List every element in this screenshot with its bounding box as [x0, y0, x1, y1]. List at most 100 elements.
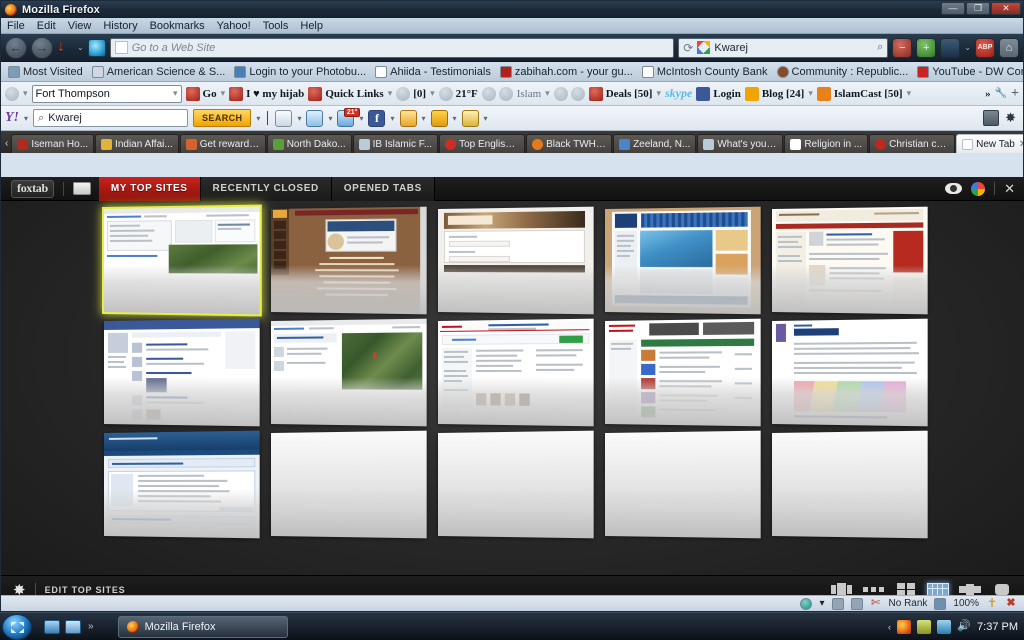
media-controls[interactable] [481, 86, 513, 101]
yahoo-logo-icon[interactable]: Y! [5, 110, 19, 126]
nav-prev-button[interactable] [553, 86, 585, 101]
notepad-icon[interactable] [399, 109, 417, 127]
thumb-facebook-feed[interactable] [103, 318, 260, 427]
google-toolbar-logo-icon[interactable] [5, 86, 19, 101]
site-identity-icon[interactable] [87, 38, 106, 57]
thumb-forum-beige-site[interactable] [771, 206, 928, 315]
tab-indian-affairs[interactable]: Indian Affai... [95, 134, 179, 153]
folder-icon[interactable] [72, 182, 91, 195]
hijab-bookmark-button[interactable]: I ♥ my hijab [229, 86, 304, 101]
clock[interactable]: 7:37 PM [977, 621, 1018, 633]
tab-christian-ch[interactable]: Christian ch... [869, 134, 956, 153]
menu-tools[interactable]: Tools [263, 20, 289, 32]
bookmark-zabihah[interactable]: zabihah.com - your gu... [497, 65, 636, 78]
edit-top-sites-button[interactable]: EDIT TOP SITES [45, 585, 126, 595]
yahoo-list-icon[interactable] [983, 110, 1000, 126]
cross-icon[interactable]: ✝ [986, 597, 998, 610]
bookmark-youtube[interactable]: YouTube - DW Compa... [914, 65, 1023, 78]
status-browser-icon[interactable] [800, 597, 813, 610]
skype-button[interactable]: skype [665, 86, 692, 101]
top-site-cell[interactable] [96, 430, 263, 543]
switch-windows-icon[interactable] [65, 619, 81, 634]
top-site-cell[interactable] [597, 206, 764, 319]
menu-view[interactable]: View [68, 20, 92, 32]
thumb-islamic-brown-site[interactable] [270, 206, 427, 315]
tray-expand-button[interactable]: ‹ [888, 622, 891, 632]
zoom-in-button[interactable]: + [916, 37, 937, 58]
bookmark-photobucket[interactable]: Login to your Photobu... [231, 65, 369, 78]
chevron-down-icon[interactable]: ▾ [422, 114, 426, 123]
chevron-down-icon[interactable]: ▾ [359, 114, 363, 123]
url-bar[interactable]: Go to a Web Site [109, 37, 675, 58]
tab-whats-your[interactable]: What's your... [697, 134, 784, 153]
tray-firefox-icon[interactable] [897, 619, 912, 634]
toolbar-caret-icon[interactable]: ▾ [388, 88, 393, 99]
google-toolbar-overflow-button[interactable]: » [985, 88, 991, 100]
foxtab-close-button[interactable]: ✕ [1004, 181, 1015, 197]
close-button[interactable]: ✕ [991, 2, 1021, 15]
chevron-down-icon[interactable]: ▾ [297, 114, 301, 123]
toolbar-caret-icon[interactable]: ▾ [23, 88, 28, 99]
minimize-button[interactable]: — [941, 2, 965, 15]
download-arrow-icon[interactable] [57, 38, 73, 57]
top-site-cell[interactable] [764, 318, 931, 431]
tab-religion-in[interactable]: Religion in ... [784, 134, 869, 153]
zoom-out-button[interactable]: − [892, 37, 913, 58]
chevron-down-icon[interactable]: ▾ [328, 114, 332, 123]
bookmark-american-science[interactable]: American Science & S... [89, 65, 229, 78]
toolbar-caret-icon[interactable]: ▾ [545, 88, 550, 99]
search-input[interactable]: Kwarej [714, 42, 873, 54]
menu-edit[interactable]: Edit [37, 20, 56, 32]
lock-icon[interactable] [461, 109, 479, 127]
top-site-cell[interactable] [764, 206, 931, 319]
reload-icon[interactable]: ⟳ [683, 41, 693, 55]
tabs-scroll-left-button[interactable]: ‹ [3, 138, 10, 153]
thumb-shopping-listing[interactable] [437, 318, 594, 427]
thumb-login-form-site[interactable] [437, 206, 594, 315]
eye-icon[interactable] [945, 183, 963, 194]
facebook-icon[interactable]: f [368, 109, 386, 127]
thumb-news-listing[interactable] [604, 318, 761, 427]
bookmark-community-republic[interactable]: Community : Republic... [774, 65, 912, 78]
yahoo-search-caret-icon[interactable]: ▾ [256, 114, 260, 123]
url-input[interactable]: Go to a Web Site [132, 42, 216, 54]
quick-launch-overflow-button[interactable]: » [86, 621, 96, 632]
thumb-islamic-board-forum[interactable] [103, 430, 260, 539]
status-caret-icon[interactable]: ▾ [819, 598, 824, 609]
thumb-empty-slot[interactable] [771, 430, 928, 539]
add-toolbar-button[interactable]: + [1011, 86, 1019, 102]
tab-top-english[interactable]: Top English... [439, 134, 526, 153]
weather-button[interactable]: 21°F [438, 86, 478, 101]
thumb-empty-slot[interactable] [270, 430, 427, 539]
toolbar-caret-icon[interactable]: ▾ [907, 88, 912, 99]
tab-iseman-ho[interactable]: Iseman Ho... [11, 134, 95, 153]
top-site-cell[interactable] [597, 430, 764, 543]
foxtab-tab-opened-tabs[interactable]: OPENED TABS [331, 176, 435, 201]
show-desktop-icon[interactable] [44, 619, 60, 634]
chevron-down-icon[interactable]: ▾ [390, 114, 394, 123]
download-caret-icon[interactable]: ⌄ [77, 43, 84, 52]
thumb-google-maps-search[interactable] [103, 206, 260, 315]
bookmark-most-visited[interactable]: Most Visited [5, 65, 86, 78]
top-site-cell[interactable] [96, 318, 263, 431]
top-site-cell[interactable] [597, 318, 764, 431]
gear-icon[interactable]: ✸ [1005, 110, 1016, 126]
bookmark-mcintosh-county-bank[interactable]: McIntosh County Bank [639, 65, 771, 78]
foxtab-tab-my-top-sites[interactable]: MY TOP SITES [98, 176, 201, 201]
top-site-cell[interactable] [430, 206, 597, 319]
google-go-button[interactable]: Go [185, 86, 217, 101]
top-site-cell[interactable] [430, 318, 597, 431]
blog-button[interactable]: Blog [24] [744, 86, 804, 101]
google-search-engine-icon[interactable] [697, 41, 711, 54]
google-toolbar-settings-icon[interactable]: 🔧 [995, 88, 1007, 99]
thumb-google-map-result[interactable] [270, 318, 427, 427]
plug-icon[interactable] [430, 109, 448, 127]
tab-zeeland-n[interactable]: Zeeland, N... [613, 134, 697, 153]
bookmark-ahiida[interactable]: Ahiida - Testimonials [372, 65, 494, 78]
search-bar[interactable]: ⟳ Kwarej ⌕ [678, 37, 889, 58]
thumb-empty-slot[interactable] [437, 430, 594, 539]
top-site-cell[interactable] [263, 318, 430, 431]
maximize-button[interactable]: ❐ [966, 2, 990, 15]
quick-links-button[interactable]: Quick Links [308, 86, 384, 101]
deals-button[interactable]: Deals [50] [588, 86, 652, 101]
